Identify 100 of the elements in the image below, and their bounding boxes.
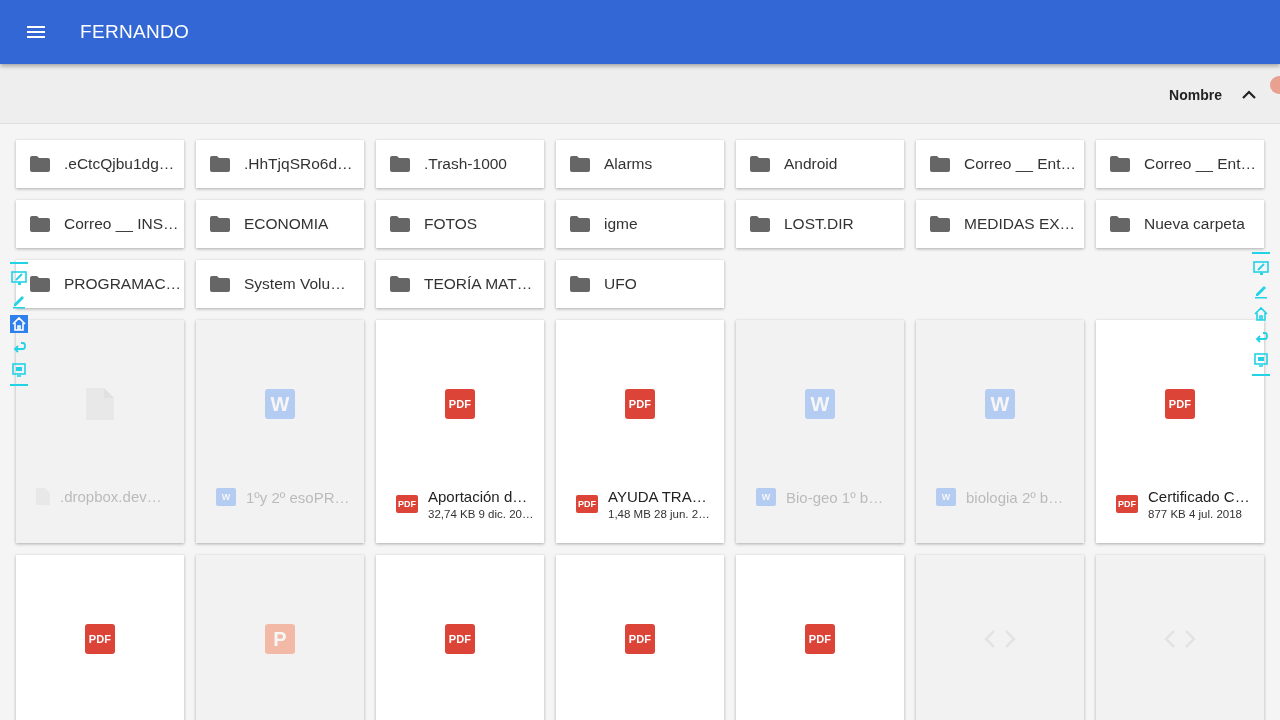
monitor-pen-icon [1253,260,1269,276]
folder-icon [30,156,50,172]
file-name: Aportación d… [428,488,529,505]
file-type-icon: PDF [1165,389,1195,419]
folder-name: ECONOMIA [244,215,329,233]
folder-name: Alarms [604,155,653,173]
toolbar-tool[interactable] [1252,305,1270,323]
file-type-icon: PDF [445,624,475,654]
file-type-icon: P [265,624,295,654]
folder-icon [570,216,590,232]
folder-item[interactable]: ECONOMIA [196,200,364,248]
monitor-pen-icon [11,270,27,286]
file-details: 877 KB 4 jul. 2018 [1148,508,1243,520]
folder-item[interactable]: Nueva carpeta [1096,200,1264,248]
folder-icon [930,216,950,232]
folder-icon [390,156,410,172]
toolbar-tool[interactable] [10,361,28,379]
folder-icon [1110,156,1130,172]
file-type-icon: W [756,488,776,506]
folder-item[interactable]: Correo __ Ent… [916,140,1084,188]
folder-item[interactable]: System Volu… [196,260,364,308]
folder-item[interactable]: igme [556,200,724,248]
sort-label[interactable]: Nombre [1169,86,1222,103]
return-arrow-icon [11,339,27,355]
pencil-icon [1253,283,1269,299]
file-tile[interactable]: PDF [556,555,724,720]
file-type-icon: W [216,488,236,506]
toolbar-tool[interactable] [1252,259,1270,277]
return-arrow-icon [1253,329,1269,345]
file-tile[interactable] [916,555,1084,720]
toolbar-tool[interactable] [10,269,28,287]
home-icon [11,316,27,332]
file-type-icon: PDF [396,495,418,513]
folder-icon [30,276,50,292]
folder-icon [30,216,50,232]
folder-item[interactable]: MEDIDAS EX… [916,200,1084,248]
file-name: 1ºy 2º esoPR… [246,488,350,506]
app-title: FERNANDO [80,21,189,43]
folder-name: System Volu… [244,275,346,293]
file-tile[interactable]: PDF PDF AYUDA TRA… 1,48 MB 28 jun. 2… [556,320,724,543]
folder-item[interactable]: Android [736,140,904,188]
file-tile[interactable]: PDF [736,555,904,720]
file-type-icon: PDF [625,624,655,654]
folder-icon [390,276,410,292]
folder-name: .Trash-1000 [424,155,507,173]
folder-item[interactable]: LOST.DIR [736,200,904,248]
folder-name: igme [604,215,638,233]
file-type-icon: PDF [625,389,655,419]
file-tile[interactable]: PDF [376,555,544,720]
folder-item[interactable]: .HhTjqSRo6d… [196,140,364,188]
file-details: 32,74 KB 9 dic. 20… [428,508,534,520]
file-tile[interactable]: PDF PDF Certificado C… 877 KB 4 jul. 2018 [1096,320,1264,543]
file-name: .dropbox.dev… [60,488,162,505]
folder-name: .HhTjqSRo6d… [244,155,353,173]
folder-name: .eCtcQjbu1dg… [64,155,175,173]
folder-item[interactable]: Alarms [556,140,724,188]
folder-icon [210,276,230,292]
folder-icon [570,156,590,172]
file-name: Bio-geo 1º b… [786,488,884,506]
folder-icon [210,156,230,172]
file-type-icon: PDF [576,495,598,513]
folder-item[interactable]: PROGRAMAC… [16,260,184,308]
folder-item[interactable]: .Trash-1000 [376,140,544,188]
folder-name: FOTOS [424,215,478,233]
folder-item[interactable]: Correo __ Ent… [1096,140,1264,188]
folder-name: Correo __ Ent… [964,155,1076,173]
folder-item[interactable]: .eCtcQjbu1dg… [16,140,184,188]
folder-name: Android [784,155,838,173]
folder-icon [570,276,590,292]
folder-name: LOST.DIR [784,215,854,233]
file-type-icon: PDF [1116,495,1138,513]
toolbar-tool[interactable] [10,315,28,333]
folder-name: PROGRAMAC… [64,275,182,293]
file-type-icon: PDF [85,624,115,654]
file-name: biologia 2º b… [966,488,1064,506]
toolbar-tool[interactable] [1252,351,1270,369]
file-type-icon: W [936,488,956,506]
folder-item[interactable]: UFO [556,260,724,308]
file-type-icon: PDF [805,624,835,654]
folder-name: Correo __ Ent… [1144,155,1256,173]
folder-item[interactable]: TEORÍA MAT… [376,260,544,308]
folder-name: Nueva carpeta [1144,215,1245,233]
file-tile[interactable]: PDF [16,555,184,720]
file-details: 1,48 MB 28 jun. 2… [608,508,710,520]
chevron-icon[interactable] [1242,90,1256,99]
file-type-icon: W [805,389,835,419]
home-icon [1253,306,1269,322]
file-tile[interactable]: PDF PDF Aportación d… 32,74 KB 9 dic. 20… [376,320,544,543]
file-name: AYUDA TRA… [608,488,708,505]
pencil-icon [11,293,27,309]
file-tile[interactable] [1096,555,1264,720]
menu-icon[interactable] [27,26,45,38]
folder-item[interactable]: FOTOS [376,200,544,248]
folder-icon [750,156,770,172]
screen-icon [11,362,27,378]
folder-item[interactable]: Correo __ INS… [16,200,184,248]
folder-name: TEORÍA MAT… [424,275,533,293]
file-type-icon: W [265,389,295,419]
folder-icon [930,156,950,172]
folder-name: UFO [604,275,637,293]
